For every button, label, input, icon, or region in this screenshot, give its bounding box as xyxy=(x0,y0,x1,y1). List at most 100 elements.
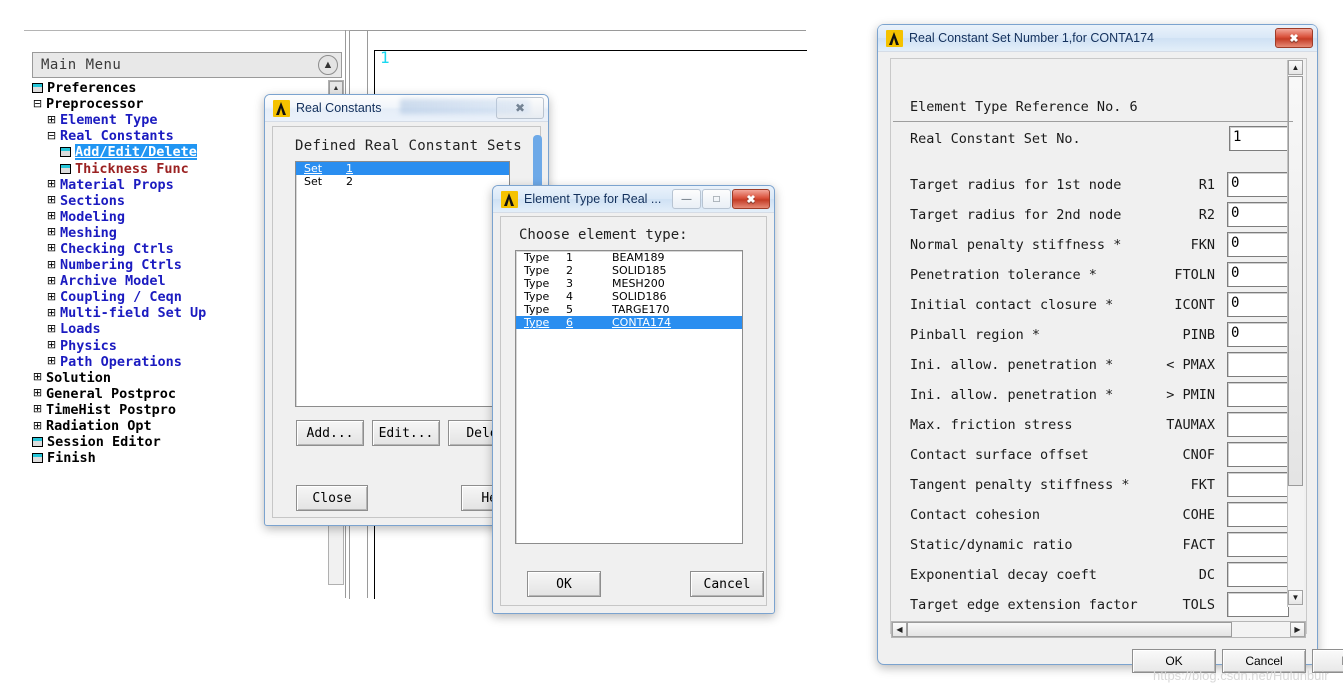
expand-toggle-icon[interactable]: ⊞ xyxy=(46,178,57,190)
list-item[interactable]: Type 6 CONTA174 xyxy=(516,316,742,329)
field-input[interactable]: 0 xyxy=(1227,202,1289,227)
field-row: Max. friction stress TAUMAX xyxy=(906,411,1289,441)
chevron-up-icon[interactable]: ▲ xyxy=(318,55,338,75)
vertical-scroll-thumb[interactable] xyxy=(1288,76,1303,486)
real-constant-set-body: Element Type Reference No. 6 Real Constan… xyxy=(890,58,1307,634)
scroll-left-icon[interactable]: ◀ xyxy=(892,622,907,637)
field-input[interactable] xyxy=(1227,442,1289,467)
real-constants-titlebar[interactable]: Real Constants ✖ xyxy=(265,95,548,122)
expand-toggle-icon[interactable]: ⊞ xyxy=(46,259,57,271)
expand-toggle-icon[interactable]: ⊞ xyxy=(46,291,57,303)
expand-toggle-icon[interactable]: ⊞ xyxy=(46,242,57,254)
real-constant-fields: Element Type Reference No. 6 Real Constan… xyxy=(906,93,1289,649)
field-code: TOLS xyxy=(1182,597,1215,613)
expand-toggle-icon[interactable]: ⊞ xyxy=(46,210,57,222)
tree-item-label: Add/Edit/Delete xyxy=(75,144,197,161)
element-type-titlebar[interactable]: Element Type for Real ... — □ ✖ xyxy=(493,186,774,213)
field-row: Static/dynamic ratio FACT xyxy=(906,531,1289,561)
field-input[interactable] xyxy=(1227,592,1289,617)
field-input[interactable]: 0 xyxy=(1227,322,1289,347)
defined-sets-listbox[interactable]: Set 1 Set 2 xyxy=(295,161,510,407)
tree-item-label: Real Constants xyxy=(60,128,174,145)
real-constants-action-buttons: Add... Edit... Dele xyxy=(296,420,516,446)
expand-toggle-icon[interactable]: ⊞ xyxy=(46,275,57,287)
tree-item-label: Checking Ctrls xyxy=(60,240,174,257)
horizontal-scroll-thumb[interactable] xyxy=(907,622,1232,637)
field-code: < PMAX xyxy=(1166,357,1215,373)
field-input[interactable]: 0 xyxy=(1227,262,1289,287)
set-number: 1 xyxy=(346,162,353,175)
fields-vertical-scrollbar[interactable]: ▲ ▼ xyxy=(1287,60,1304,607)
close-icon[interactable]: ✖ xyxy=(1275,28,1313,48)
expand-toggle-icon[interactable]: ⊞ xyxy=(46,226,57,238)
collapse-toggle-icon[interactable]: ⊟ xyxy=(46,130,57,142)
element-type-dialog[interactable]: Element Type for Real ... — □ ✖ Choose e… xyxy=(492,185,775,614)
choose-element-type-heading: Choose element type: xyxy=(519,227,688,243)
type-name: BEAM189 xyxy=(612,251,665,264)
field-row: Ini. allow. penetration * < PMAX xyxy=(906,351,1289,381)
ok-button[interactable]: OK xyxy=(527,571,601,597)
tree-item-label: Element Type xyxy=(60,112,158,129)
list-item[interactable]: Type 2 SOLID185 xyxy=(516,264,742,277)
edit-button[interactable]: Edit... xyxy=(372,420,440,446)
element-type-listbox[interactable]: Type 1 BEAM189 Type 2 SOLID185 Type 3 MESH200 Typ… xyxy=(515,250,743,544)
list-item[interactable]: Set 1 xyxy=(296,162,509,175)
field-input[interactable] xyxy=(1227,352,1289,377)
list-item[interactable]: Type 5 TARGE170 xyxy=(516,303,742,316)
expand-toggle-icon[interactable]: ⊞ xyxy=(32,420,43,432)
minimize-icon[interactable]: — xyxy=(672,189,701,209)
expand-toggle-icon[interactable]: ⊞ xyxy=(32,371,43,383)
field-input[interactable]: 0 xyxy=(1227,232,1289,257)
list-item[interactable]: Type 1 BEAM189 xyxy=(516,251,742,264)
tree-item-label: Preferences xyxy=(47,80,137,97)
scroll-down-icon[interactable]: ▼ xyxy=(1288,590,1303,605)
field-input[interactable] xyxy=(1227,412,1289,437)
fields-horizontal-scrollbar[interactable]: ◀ ▶ xyxy=(891,621,1306,638)
expand-toggle-icon[interactable]: ⊞ xyxy=(46,339,57,351)
tree-item-label: Archive Model xyxy=(60,273,166,290)
list-item[interactable]: Set 2 xyxy=(296,175,509,188)
restore-icon[interactable]: □ xyxy=(702,189,731,209)
expand-toggle-icon[interactable]: ⊞ xyxy=(32,387,43,399)
field-code: COHE xyxy=(1182,507,1215,523)
real-constant-set-dialog[interactable]: Real Constant Set Number 1,for CONTA174 … xyxy=(877,24,1343,673)
main-menu-title: Main Menu xyxy=(41,57,122,73)
close-button[interactable]: Close xyxy=(296,485,368,511)
field-code: R2 xyxy=(1198,207,1215,223)
close-icon[interactable]: ✖ xyxy=(732,189,770,209)
field-label: Max. friction stress xyxy=(910,417,1073,433)
field-input[interactable] xyxy=(1227,472,1289,497)
type-number: 3 xyxy=(566,277,573,290)
tree-scroll-up-icon[interactable]: ▲ xyxy=(329,81,343,95)
expand-toggle-icon[interactable]: ⊞ xyxy=(46,307,57,319)
add-button[interactable]: Add... xyxy=(296,420,364,446)
collapse-toggle-icon[interactable]: ⊟ xyxy=(32,98,43,110)
expand-toggle-icon[interactable]: ⊞ xyxy=(32,403,43,415)
list-item[interactable]: Type 4 SOLID186 xyxy=(516,290,742,303)
field-input[interactable]: 0 xyxy=(1227,292,1289,317)
expand-toggle-icon[interactable]: ⊞ xyxy=(46,194,57,206)
real-constant-set-titlebar[interactable]: Real Constant Set Number 1,for CONTA174 … xyxy=(878,25,1317,52)
field-label: Static/dynamic ratio xyxy=(910,537,1073,553)
field-code: DC xyxy=(1198,567,1215,583)
field-input[interactable] xyxy=(1227,502,1289,527)
field-row: Pinball region * PINB 0 xyxy=(906,321,1289,351)
field-label: Ini. allow. penetration * xyxy=(910,387,1114,403)
expand-toggle-icon[interactable]: ⊞ xyxy=(46,355,57,367)
tree-item-label: Solution xyxy=(46,369,112,386)
tree-item-label: Modeling xyxy=(60,208,126,225)
expand-toggle-icon[interactable]: ⊞ xyxy=(46,323,57,335)
list-item[interactable]: Type 3 MESH200 xyxy=(516,277,742,290)
ansys-logo-icon xyxy=(886,29,903,47)
field-input[interactable] xyxy=(1227,562,1289,587)
field-input[interactable] xyxy=(1227,532,1289,557)
field-input[interactable]: 1 xyxy=(1229,126,1289,151)
field-row: Exponential decay coeft DC xyxy=(906,561,1289,591)
scroll-up-icon[interactable]: ▲ xyxy=(1288,60,1303,75)
field-input[interactable]: 0 xyxy=(1227,172,1289,197)
scroll-right-icon[interactable]: ▶ xyxy=(1290,622,1305,637)
field-code: PINB xyxy=(1182,327,1215,343)
cancel-button[interactable]: Cancel xyxy=(690,571,764,597)
expand-toggle-icon[interactable]: ⊞ xyxy=(46,114,57,126)
field-input[interactable] xyxy=(1227,382,1289,407)
